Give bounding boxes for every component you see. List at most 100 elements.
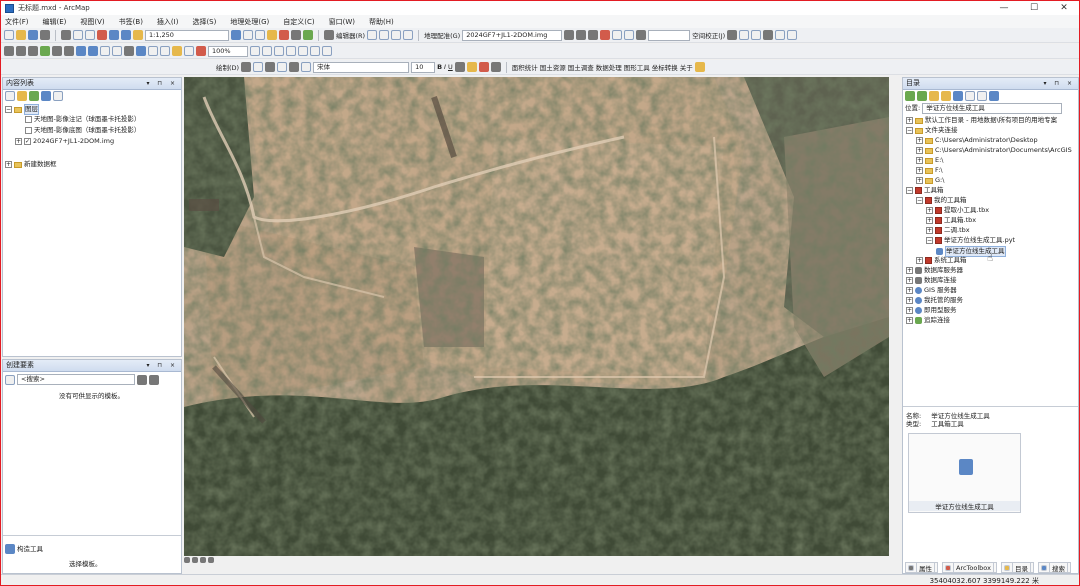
select-elements-icon[interactable] xyxy=(241,62,252,72)
viewer-icon[interactable] xyxy=(624,30,635,40)
zoom-to-selected-icon[interactable] xyxy=(265,62,276,72)
expand-icon[interactable]: + xyxy=(916,137,923,144)
layer-visibility-checkbox[interactable]: ✓ xyxy=(24,138,31,145)
toggle-draft-icon[interactable] xyxy=(274,46,284,56)
menu-file[interactable]: 文件(F) xyxy=(5,17,29,27)
tab-arctoolbox[interactable]: ArcToolbox xyxy=(942,562,997,573)
plugin-menu-land[interactable]: 国土资源 xyxy=(540,62,566,72)
catalog-icon[interactable] xyxy=(255,30,265,40)
layer-visibility-checkbox[interactable] xyxy=(25,127,32,134)
sketch-tool-icon[interactable] xyxy=(379,30,390,40)
expand-icon[interactable]: + xyxy=(906,307,913,314)
list-by-drawing-order-icon[interactable] xyxy=(5,91,15,101)
change-layout-icon[interactable] xyxy=(298,46,308,56)
rotate-icon[interactable] xyxy=(564,30,575,40)
tool-preview[interactable]: 举证方位线生成工具 xyxy=(908,433,1021,513)
expand-icon[interactable]: + xyxy=(906,117,913,124)
menu-view[interactable]: 视图(V) xyxy=(80,17,104,27)
new-displacement-link-icon[interactable] xyxy=(739,30,750,40)
pan-icon[interactable] xyxy=(28,46,38,56)
up-one-level-icon[interactable] xyxy=(941,91,951,101)
font-size-select[interactable]: 10 xyxy=(411,61,436,73)
menu-help[interactable]: 帮助(H) xyxy=(369,17,394,27)
list-by-source-icon[interactable] xyxy=(17,91,27,101)
expand-icon[interactable]: + xyxy=(906,277,913,284)
scale-icon[interactable] xyxy=(588,30,599,40)
collapse-icon[interactable]: − xyxy=(906,187,913,194)
draw-menu[interactable]: 绘制(D) xyxy=(216,62,239,72)
tab-search[interactable]: 搜索 xyxy=(1037,562,1071,573)
refresh-icon[interactable] xyxy=(200,557,206,563)
expand-icon[interactable]: + xyxy=(5,161,12,168)
panel-controls[interactable]: ▾ ⊓ × xyxy=(146,360,178,371)
layout-view-icon[interactable] xyxy=(192,557,198,563)
font-name-select[interactable]: 宋体 xyxy=(313,61,410,73)
edit-tool-icon[interactable] xyxy=(367,30,378,40)
identify-icon[interactable] xyxy=(136,46,146,56)
model-builder-icon[interactable] xyxy=(303,30,313,40)
toc-layer-item[interactable]: + ✓ 2024GF7+JL1-2DOM.img xyxy=(15,137,114,146)
tree-item[interactable]: + 工具箱.tbx xyxy=(926,216,976,225)
bold-button[interactable]: B xyxy=(437,63,442,71)
measure-icon[interactable] xyxy=(775,30,786,40)
tree-item[interactable]: + 数据库服务器 xyxy=(906,266,963,275)
forward-extent-icon[interactable] xyxy=(88,46,98,56)
tree-item[interactable]: + F:\ xyxy=(916,166,943,175)
fixed-zoom-in-icon[interactable] xyxy=(52,46,62,56)
rotate-element-icon[interactable] xyxy=(253,62,264,72)
editor-tools-icon[interactable] xyxy=(324,30,334,40)
layer-visibility-checkbox[interactable] xyxy=(25,116,32,123)
add-data-icon[interactable] xyxy=(133,30,143,40)
maximize-button[interactable]: ☐ xyxy=(1019,1,1049,15)
toc-layer-item[interactable]: 天地图-影像注记（球面墨卡托投影） xyxy=(25,115,140,124)
tree-item[interactable]: − 我的工具箱 xyxy=(916,196,967,205)
zoom-percent-select[interactable]: 100% xyxy=(208,45,248,57)
home-icon[interactable] xyxy=(929,91,939,101)
print-icon[interactable] xyxy=(40,30,50,40)
expand-icon[interactable]: + xyxy=(906,297,913,304)
zoom-out-icon[interactable] xyxy=(16,46,26,56)
expand-icon[interactable]: + xyxy=(906,287,913,294)
tree-item[interactable]: + 追踪连接 xyxy=(906,316,950,325)
plugin-menu-data[interactable]: 数据处理 xyxy=(596,62,622,72)
plugin-menu-about[interactable]: 关于 xyxy=(680,62,693,72)
tool-icon[interactable] xyxy=(694,62,705,72)
open-icon[interactable] xyxy=(16,30,26,40)
blank-select[interactable] xyxy=(648,29,691,41)
data-driven-pages-icon[interactable] xyxy=(310,46,320,56)
redo-icon[interactable] xyxy=(121,30,131,40)
tree-item[interactable]: + C:\Users\Administrator\Desktop xyxy=(916,136,1038,145)
menu-customize[interactable]: 自定义(C) xyxy=(283,17,314,27)
collapse-icon[interactable]: − xyxy=(926,237,933,244)
tree-item[interactable]: + C:\Users\Administrator\Documents\ArcGIS xyxy=(916,146,1072,155)
collapse-icon[interactable]: − xyxy=(916,197,923,204)
close-button[interactable]: ✕ xyxy=(1049,1,1079,15)
tree-item[interactable]: − 文件夹连接 xyxy=(906,126,958,135)
connect-folder-icon[interactable] xyxy=(953,91,963,101)
panel-controls[interactable]: ▾ ⊓ × xyxy=(146,78,178,89)
pause-drawing-icon[interactable] xyxy=(208,557,214,563)
expand-icon[interactable]: + xyxy=(906,267,913,274)
tree-item[interactable]: − 举证方位线生成工具.pyt xyxy=(926,236,1015,245)
tree-item[interactable]: + G:\ xyxy=(916,176,944,185)
tab-catalog[interactable]: 目录 xyxy=(1000,562,1034,573)
collapse-icon[interactable]: − xyxy=(906,127,913,134)
layout-zoom-out-icon[interactable] xyxy=(322,46,332,56)
new-icon[interactable] xyxy=(4,30,14,40)
tree-item[interactable]: + 数据库连接 xyxy=(906,276,957,285)
organize-templates-icon[interactable] xyxy=(5,374,15,385)
expand-icon[interactable]: + xyxy=(15,138,22,145)
expand-icon[interactable]: + xyxy=(926,207,933,214)
copy-icon[interactable] xyxy=(73,30,83,40)
expand-icon[interactable]: + xyxy=(916,177,923,184)
menu-windows[interactable]: 窗口(W) xyxy=(329,17,355,27)
spatial-adjustment-menu[interactable]: 空间校正(J) xyxy=(692,30,725,40)
flip-icon[interactable] xyxy=(636,30,647,40)
template-search-input[interactable]: <搜索> xyxy=(17,374,135,385)
plugin-menu-survey[interactable]: 国土调查 xyxy=(568,62,594,72)
modify-link-icon[interactable] xyxy=(751,30,762,40)
add-control-points-icon[interactable] xyxy=(600,30,611,40)
find-icon[interactable] xyxy=(148,46,158,56)
point-tool-icon[interactable] xyxy=(403,30,414,40)
layout-pan-icon[interactable] xyxy=(262,46,272,56)
